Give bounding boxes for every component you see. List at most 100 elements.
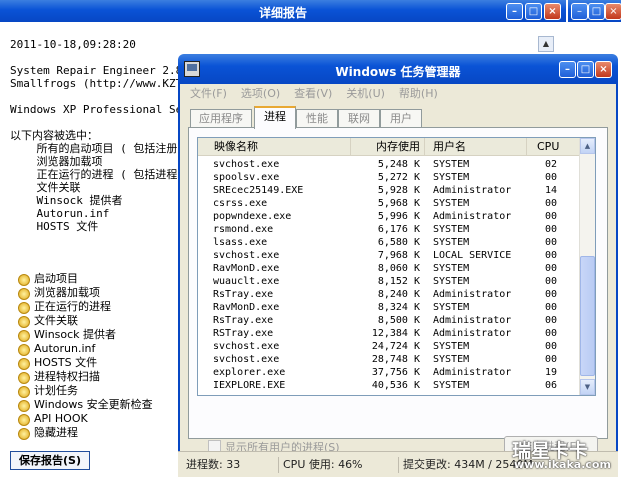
- table-row[interactable]: svchost.exe 24,724 K SYSTEM 00: [198, 340, 579, 353]
- menu-item[interactable]: 文件(F): [190, 87, 227, 100]
- process-memory: 6,176 K: [377, 224, 420, 235]
- process-user: SYSTEM: [433, 224, 470, 235]
- process-cpu: 00: [545, 211, 558, 222]
- process-memory: 5,248 K: [377, 159, 420, 170]
- status-process-count: 进程数: 33: [186, 458, 241, 471]
- tree-item[interactable]: Windows 安全更新检查: [18, 398, 153, 412]
- process-name: IEXPLORE.EXE: [213, 380, 286, 391]
- table-row[interactable]: RavMonD.exe 8,060 K SYSTEM 00: [198, 262, 579, 275]
- table-row[interactable]: IEXPLORE.EXE 40,536 K SYSTEM 06: [198, 379, 579, 392]
- table-row[interactable]: spoolsv.exe 5,272 K SYSTEM 00: [198, 171, 579, 184]
- tree-item[interactable]: 浏览器加载项: [18, 286, 153, 300]
- process-user: LOCAL SERVICE: [433, 250, 512, 261]
- scroll-up-icon[interactable]: ▲: [580, 138, 595, 154]
- column-memory[interactable]: 内存使用: [351, 138, 425, 155]
- maximize-icon[interactable]: □: [588, 3, 605, 20]
- table-row[interactable]: rsmond.exe 6,176 K SYSTEM 00: [198, 223, 579, 236]
- tree-item[interactable]: API HOOK: [18, 412, 153, 426]
- process-cpu: 00: [545, 354, 558, 365]
- menu-item[interactable]: 选项(O): [241, 87, 280, 100]
- process-memory: 28,748 K: [371, 354, 420, 365]
- column-user[interactable]: 用户名: [425, 138, 527, 155]
- tab-1[interactable]: 进程: [254, 106, 296, 129]
- table-row[interactable]: lsass.exe 6,580 K SYSTEM 00: [198, 236, 579, 249]
- table-row[interactable]: svchost.exe 7,968 K LOCAL SERVICE 00: [198, 249, 579, 262]
- table-row[interactable]: RavMonD.exe 8,324 K SYSTEM 00: [198, 301, 579, 314]
- process-user: SYSTEM: [433, 276, 470, 287]
- tree-item[interactable]: HOSTS 文件: [18, 356, 153, 370]
- menu-item[interactable]: 查看(V): [294, 87, 332, 100]
- process-memory: 37,756 K: [371, 367, 420, 378]
- table-row[interactable]: svchost.exe 5,248 K SYSTEM 02: [198, 158, 579, 171]
- save-report-button[interactable]: 保存报告(S): [10, 451, 90, 470]
- tree-item-label: API HOOK: [34, 412, 88, 425]
- report-titlebar: 详细报告 – □ ×: [0, 0, 566, 22]
- scroll-up-icon[interactable]: ▲: [538, 36, 554, 52]
- process-name: SREcec25149.EXE: [213, 185, 304, 196]
- process-user: SYSTEM: [433, 341, 470, 352]
- folder-icon: [18, 400, 30, 412]
- minimize-icon[interactable]: –: [571, 3, 588, 20]
- process-memory: 6,580 K: [377, 237, 420, 248]
- tree-item-label: 启动项目: [34, 272, 78, 285]
- tree-item[interactable]: 文件关联: [18, 314, 153, 328]
- process-memory: 5,996 K: [377, 211, 420, 222]
- process-list[interactable]: 映像名称 内存使用 用户名 CPU svchost.exe 5,248 K SYSTEM 0…: [197, 137, 596, 396]
- process-user: Administrator: [433, 367, 512, 378]
- table-row[interactable]: popwndexe.exe 5,996 K Administrator 00: [198, 210, 579, 223]
- tree-item[interactable]: 启动项目: [18, 272, 153, 286]
- table-row[interactable]: RsTray.exe 8,240 K Administrator 00: [198, 288, 579, 301]
- tab-2[interactable]: 性能: [296, 109, 338, 127]
- process-user: Administrator: [433, 185, 512, 196]
- process-name: svchost.exe: [213, 354, 280, 365]
- tree-item[interactable]: Autorun.inf: [18, 342, 153, 356]
- tree-item[interactable]: 进程特权扫描: [18, 370, 153, 384]
- tree-item-label: Autorun.inf: [34, 342, 96, 355]
- table-row[interactable]: svchost.exe 28,748 K SYSTEM 00: [198, 353, 579, 366]
- tree-item[interactable]: 正在运行的进程: [18, 300, 153, 314]
- process-name: RavMonD.exe: [213, 263, 280, 274]
- column-image-name[interactable]: 映像名称: [198, 138, 351, 155]
- table-row[interactable]: RsTray.exe 8,500 K Administrator 00: [198, 314, 579, 327]
- process-cpu: 00: [545, 224, 558, 235]
- process-cpu: 00: [545, 198, 558, 209]
- process-user: SYSTEM: [433, 354, 470, 365]
- process-cpu: 00: [545, 341, 558, 352]
- folder-icon: [18, 414, 30, 426]
- scroll-thumb[interactable]: [580, 256, 595, 376]
- tree-item-label: 隐藏进程: [34, 426, 78, 439]
- scroll-down-icon[interactable]: ▼: [580, 379, 595, 395]
- minimize-icon[interactable]: –: [559, 61, 576, 78]
- table-row[interactable]: explorer.exe 37,756 K Administrator 19: [198, 366, 579, 379]
- table-row[interactable]: RSTray.exe 12,384 K Administrator 00: [198, 327, 579, 340]
- folder-icon: [18, 274, 30, 286]
- menu-item[interactable]: 帮助(H): [399, 87, 438, 100]
- table-row[interactable]: wuauclt.exe 8,152 K SYSTEM 00: [198, 275, 579, 288]
- process-cpu: 14: [545, 185, 558, 196]
- close-icon[interactable]: ×: [595, 61, 612, 78]
- process-cpu: 00: [545, 172, 558, 183]
- process-user: Administrator: [433, 211, 512, 222]
- tab-0[interactable]: 应用程序: [190, 109, 252, 127]
- maximize-icon[interactable]: □: [525, 3, 542, 20]
- table-row[interactable]: csrss.exe 5,968 K SYSTEM 00: [198, 197, 579, 210]
- tab-4[interactable]: 用户: [380, 109, 422, 127]
- maximize-icon[interactable]: □: [577, 61, 594, 78]
- close-icon[interactable]: ×: [605, 3, 621, 20]
- minimize-icon[interactable]: –: [506, 3, 523, 20]
- process-name: svchost.exe: [213, 250, 280, 261]
- tree-item[interactable]: 计划任务: [18, 384, 153, 398]
- process-user: SYSTEM: [433, 302, 470, 313]
- close-icon[interactable]: ×: [544, 3, 561, 20]
- table-row[interactable]: SREcec25149.EXE 5,928 K Administrator 14: [198, 184, 579, 197]
- vertical-scrollbar[interactable]: ▲ ▼: [579, 138, 595, 395]
- menu-item[interactable]: 关机(U): [346, 87, 385, 100]
- tree-item[interactable]: Winsock 提供者: [18, 328, 153, 342]
- tab-3[interactable]: 联网: [338, 109, 380, 127]
- process-memory: 8,500 K: [377, 315, 420, 326]
- tree-item[interactable]: 隐藏进程: [18, 426, 153, 440]
- process-user: Administrator: [433, 289, 512, 300]
- tree-item-label: 文件关联: [34, 314, 78, 327]
- column-cpu[interactable]: CPU: [527, 138, 580, 155]
- process-cpu: 00: [545, 315, 558, 326]
